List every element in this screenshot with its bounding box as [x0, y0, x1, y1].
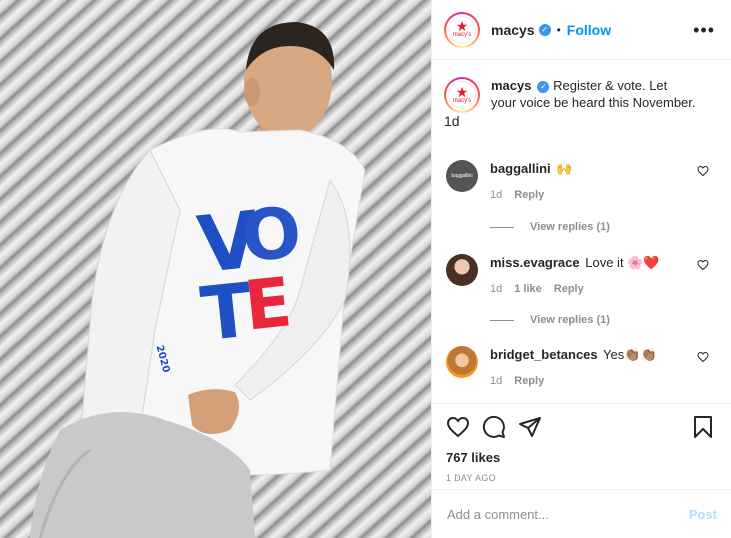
avatar-wordmark: macy's: [452, 97, 472, 104]
view-replies-label: View replies (1): [530, 314, 610, 326]
add-comment-bar: Post: [432, 489, 731, 538]
instagram-post: V O T E 2020 ★ macy's macys ✓ • Follow •…: [0, 0, 731, 538]
commenter-avatar[interactable]: [446, 346, 478, 378]
reply-button[interactable]: Reply: [554, 283, 584, 295]
star-icon: ★: [455, 83, 469, 100]
comment-item: miss.evagrace Love it 🌸❤️ 1d 1 like Reply: [444, 254, 715, 295]
commenter-avatar[interactable]: baggallini: [446, 160, 478, 192]
view-replies-button[interactable]: View replies (1): [490, 314, 610, 326]
view-replies-button[interactable]: View replies (1): [490, 221, 610, 233]
comment-time[interactable]: 1d: [490, 283, 502, 295]
caption-avatar[interactable]: ★ macy's: [444, 77, 480, 113]
more-options-icon[interactable]: •••: [693, 21, 715, 39]
share-icon[interactable]: [518, 415, 542, 439]
avatar-wordmark: macy's: [452, 32, 472, 38]
macys-avatar[interactable]: ★ macy's: [444, 11, 480, 48]
replies-divider: [490, 319, 514, 321]
separator-dot: •: [556, 22, 561, 37]
likes-count[interactable]: 767 likes: [446, 450, 715, 465]
comment-icon[interactable]: [482, 415, 506, 439]
post-actions: 767 likes 1 DAY AGO: [432, 403, 731, 483]
comment-time[interactable]: 1d: [490, 375, 502, 387]
comment-like-icon[interactable]: [697, 259, 709, 271]
caption: ★ macy's macys ✓ Register & vote. Let you…: [444, 77, 715, 113]
commenter-avatar[interactable]: [446, 254, 478, 286]
post-photo[interactable]: V O T E 2020: [0, 0, 431, 538]
comment-username[interactable]: miss.evagrace: [490, 255, 580, 270]
header-username[interactable]: macys: [491, 22, 535, 38]
comment-username[interactable]: baggallini: [490, 161, 551, 176]
comment-time[interactable]: 1d: [490, 189, 502, 201]
caption-time[interactable]: 1d: [444, 113, 715, 129]
caption-username[interactable]: macys: [491, 78, 531, 93]
post-side-panel: ★ macy's macys ✓ • Follow ••• ★ macy's m…: [431, 0, 731, 538]
post-age[interactable]: 1 DAY AGO: [446, 473, 715, 483]
caption-text-block: macys ✓ Register & vote. Let your voice b…: [491, 77, 696, 113]
reply-button[interactable]: Reply: [514, 189, 544, 201]
action-icons: [446, 414, 715, 440]
verified-icon: ✓: [537, 81, 550, 93]
post-comment-button[interactable]: Post: [689, 507, 717, 522]
comment-like-icon[interactable]: [697, 351, 709, 363]
comment-input[interactable]: [447, 506, 689, 522]
comment-item: bridget_betances Yes👏🏽👏🏽 1d Reply: [444, 346, 715, 387]
view-replies-label: View replies (1): [530, 221, 610, 233]
comment-text: Love it 🌸❤️: [585, 255, 660, 270]
comment-text: Yes👏🏽👏🏽: [603, 347, 657, 362]
replies-divider: [490, 226, 514, 228]
comment-like-icon[interactable]: [697, 165, 709, 177]
comment-text: 🙌: [556, 161, 573, 176]
photo-illustration: V O T E 2020: [30, 22, 366, 538]
svg-text:E: E: [241, 263, 295, 346]
heart-icon[interactable]: [446, 415, 470, 439]
comment-username[interactable]: bridget_betances: [490, 347, 598, 362]
comment-likes[interactable]: 1 like: [514, 283, 542, 295]
bookmark-icon[interactable]: [691, 415, 715, 439]
comment-item: baggallini baggallini 🙌 1d Reply: [444, 160, 715, 201]
post-header: ★ macy's macys ✓ • Follow •••: [432, 0, 731, 60]
star-icon: ★: [455, 18, 469, 34]
reply-button[interactable]: Reply: [514, 375, 544, 387]
verified-icon: ✓: [538, 23, 551, 36]
follow-button[interactable]: Follow: [567, 22, 611, 38]
